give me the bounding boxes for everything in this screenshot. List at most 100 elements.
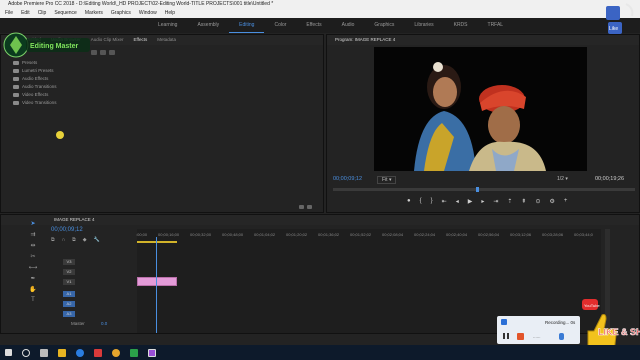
new-bin-icon[interactable] [299,205,304,209]
tab-audio-clip-mixer[interactable]: Audio Clip Mixer [91,35,124,45]
workspace-audio[interactable]: Audio [332,18,365,33]
mark-in-icon[interactable]: { [420,198,422,205]
snap-icon[interactable]: ∩ [62,237,66,243]
menu-markers[interactable]: Markers [85,9,103,18]
track-a2: A2 [1,299,137,309]
track-label-v3[interactable]: V3 [63,259,75,265]
selection-tool-icon[interactable]: ➤ [30,220,35,227]
track-label-a3[interactable]: A3 [63,311,75,317]
fit-select[interactable]: Fit ▾ [377,176,397,184]
svg-text:Like: Like [609,26,618,32]
add-marker-icon[interactable]: ◆ [83,237,87,243]
video-frame [374,47,587,171]
windows-start-icon[interactable] [5,349,12,356]
track-label-a2[interactable]: A2 [63,301,75,307]
ruler-label: 00;01;52;02 [350,232,372,237]
workspace-libraries[interactable]: Libraries [404,18,443,33]
pause-icon[interactable] [503,333,509,339]
track-label-v1[interactable]: V1 [63,279,75,285]
workspace-learning[interactable]: Learning [148,18,187,33]
timeline-playhead[interactable] [156,237,157,333]
menu-graphics[interactable]: Graphics [111,9,131,18]
browser-icon[interactable] [76,348,84,357]
tree-item-audio-transitions[interactable]: Audio Transitions [1,83,323,91]
marker-icon[interactable]: ● [407,198,411,205]
tree-item-audio-effects[interactable]: Audio Effects [1,75,323,83]
track-v2: V2 [1,267,137,277]
work-area-bar[interactable] [137,241,177,243]
go-to-out-icon[interactable]: ⇥ [493,198,498,205]
search-icon[interactable] [22,348,30,357]
app-icon[interactable] [130,348,138,357]
track-label-v2[interactable]: V2 [63,269,75,275]
nest-icon[interactable]: ⧉ [51,237,55,243]
track-select-tool-icon[interactable]: ⇉ [30,231,35,238]
program-timecode-left[interactable]: 00;00;09;12 [333,176,362,182]
lift-icon[interactable]: ⇡ [507,198,512,205]
menu-edit[interactable]: Edit [21,9,30,18]
tab-effects[interactable]: Effects [134,35,148,45]
menu-bar: File Edit Clip Sequence Markers Graphics… [0,9,640,18]
app-icon[interactable] [112,348,120,357]
video-clip[interactable] [137,277,177,286]
ruler-label: 00;03;44;0 [574,232,593,237]
menu-window[interactable]: Window [139,9,157,18]
workspace-assembly[interactable]: Assembly [187,18,229,33]
file-explorer-icon[interactable] [58,348,66,357]
tree-item-video-transitions[interactable]: Video Transitions [1,99,323,107]
premiere-pro-icon[interactable] [148,348,156,357]
tree-item-presets[interactable]: Presets [1,59,323,67]
playhead[interactable] [476,187,479,192]
master-value[interactable]: 0.0 [101,321,107,326]
program-title[interactable]: Program: IMAGE REPLACE 4 [335,35,395,45]
step-back-icon[interactable]: ◂ [456,198,459,205]
menu-sequence[interactable]: Sequence [54,9,77,18]
workspace-color[interactable]: Color [264,18,296,33]
extract-icon[interactable]: ⇞ [521,198,526,205]
ruler-label: 00;00;16;00 [158,232,180,237]
ruler-label: 00;01;20;02 [286,232,308,237]
master-label: Master [71,321,85,326]
playback-scrubber[interactable] [333,187,635,192]
yuv-effects-icon[interactable] [109,49,115,55]
app-icon[interactable] [94,348,102,357]
timeline-timecode[interactable]: 00;00;09;12 [51,227,83,233]
track-label-a1[interactable]: A1 [63,291,75,297]
microphone-icon[interactable] [559,333,564,340]
play-icon[interactable]: ▶ [468,198,473,205]
menu-file[interactable]: File [5,9,13,18]
mark-out-icon[interactable]: } [431,198,433,205]
folder-icon [13,101,19,105]
workspace-bar: Learning Assembly Editing Color Effects … [0,18,640,33]
workspace-graphics[interactable]: Graphics [364,18,404,33]
tree-item-video-effects[interactable]: Video Effects [1,91,323,99]
go-to-in-icon[interactable]: ⇤ [442,198,447,205]
workspace-krds[interactable]: KRDS [444,18,478,33]
32bit-effects-icon[interactable] [100,49,106,55]
export-frame-icon[interactable]: ⊙ [535,198,540,205]
trash-icon[interactable] [307,205,312,209]
settings-icon[interactable]: ⚙ [549,198,554,205]
folder-icon [13,85,19,89]
ruler-label: 00;00;32;00 [190,232,212,237]
step-forward-icon[interactable]: ▸ [481,198,484,205]
workspace-effects[interactable]: Effects [296,18,331,33]
recorder-logo-icon [501,319,507,325]
linked-selection-icon[interactable]: ⧉ [72,237,76,243]
add-button-icon[interactable]: + [564,198,568,205]
tab-sequence[interactable]: IMAGE REPLACE 4 [9,215,95,225]
menu-clip[interactable]: Clip [38,9,47,18]
ripple-edit-tool-icon[interactable]: ⇹ [30,242,35,249]
stop-icon[interactable] [517,333,524,340]
resolution-select[interactable]: 1/2 ▾ [557,176,568,182]
ruler-label: 00;03;12;06 [510,232,532,237]
ruler-label: 00;03;28;06 [542,232,564,237]
workspace-trfal[interactable]: TRFAL [478,18,514,33]
menu-help[interactable]: Help [165,9,175,18]
tree-item-lumetri-presets[interactable]: Lumetri Presets [1,67,323,75]
task-view-icon[interactable] [40,348,48,357]
timeline-tabs: IMAGE REPLACE 4 [1,215,639,225]
wrench-icon[interactable]: 🔧 [94,237,100,243]
workspace-editing[interactable]: Editing [229,18,265,33]
tab-metadata[interactable]: Metadata [157,35,176,45]
